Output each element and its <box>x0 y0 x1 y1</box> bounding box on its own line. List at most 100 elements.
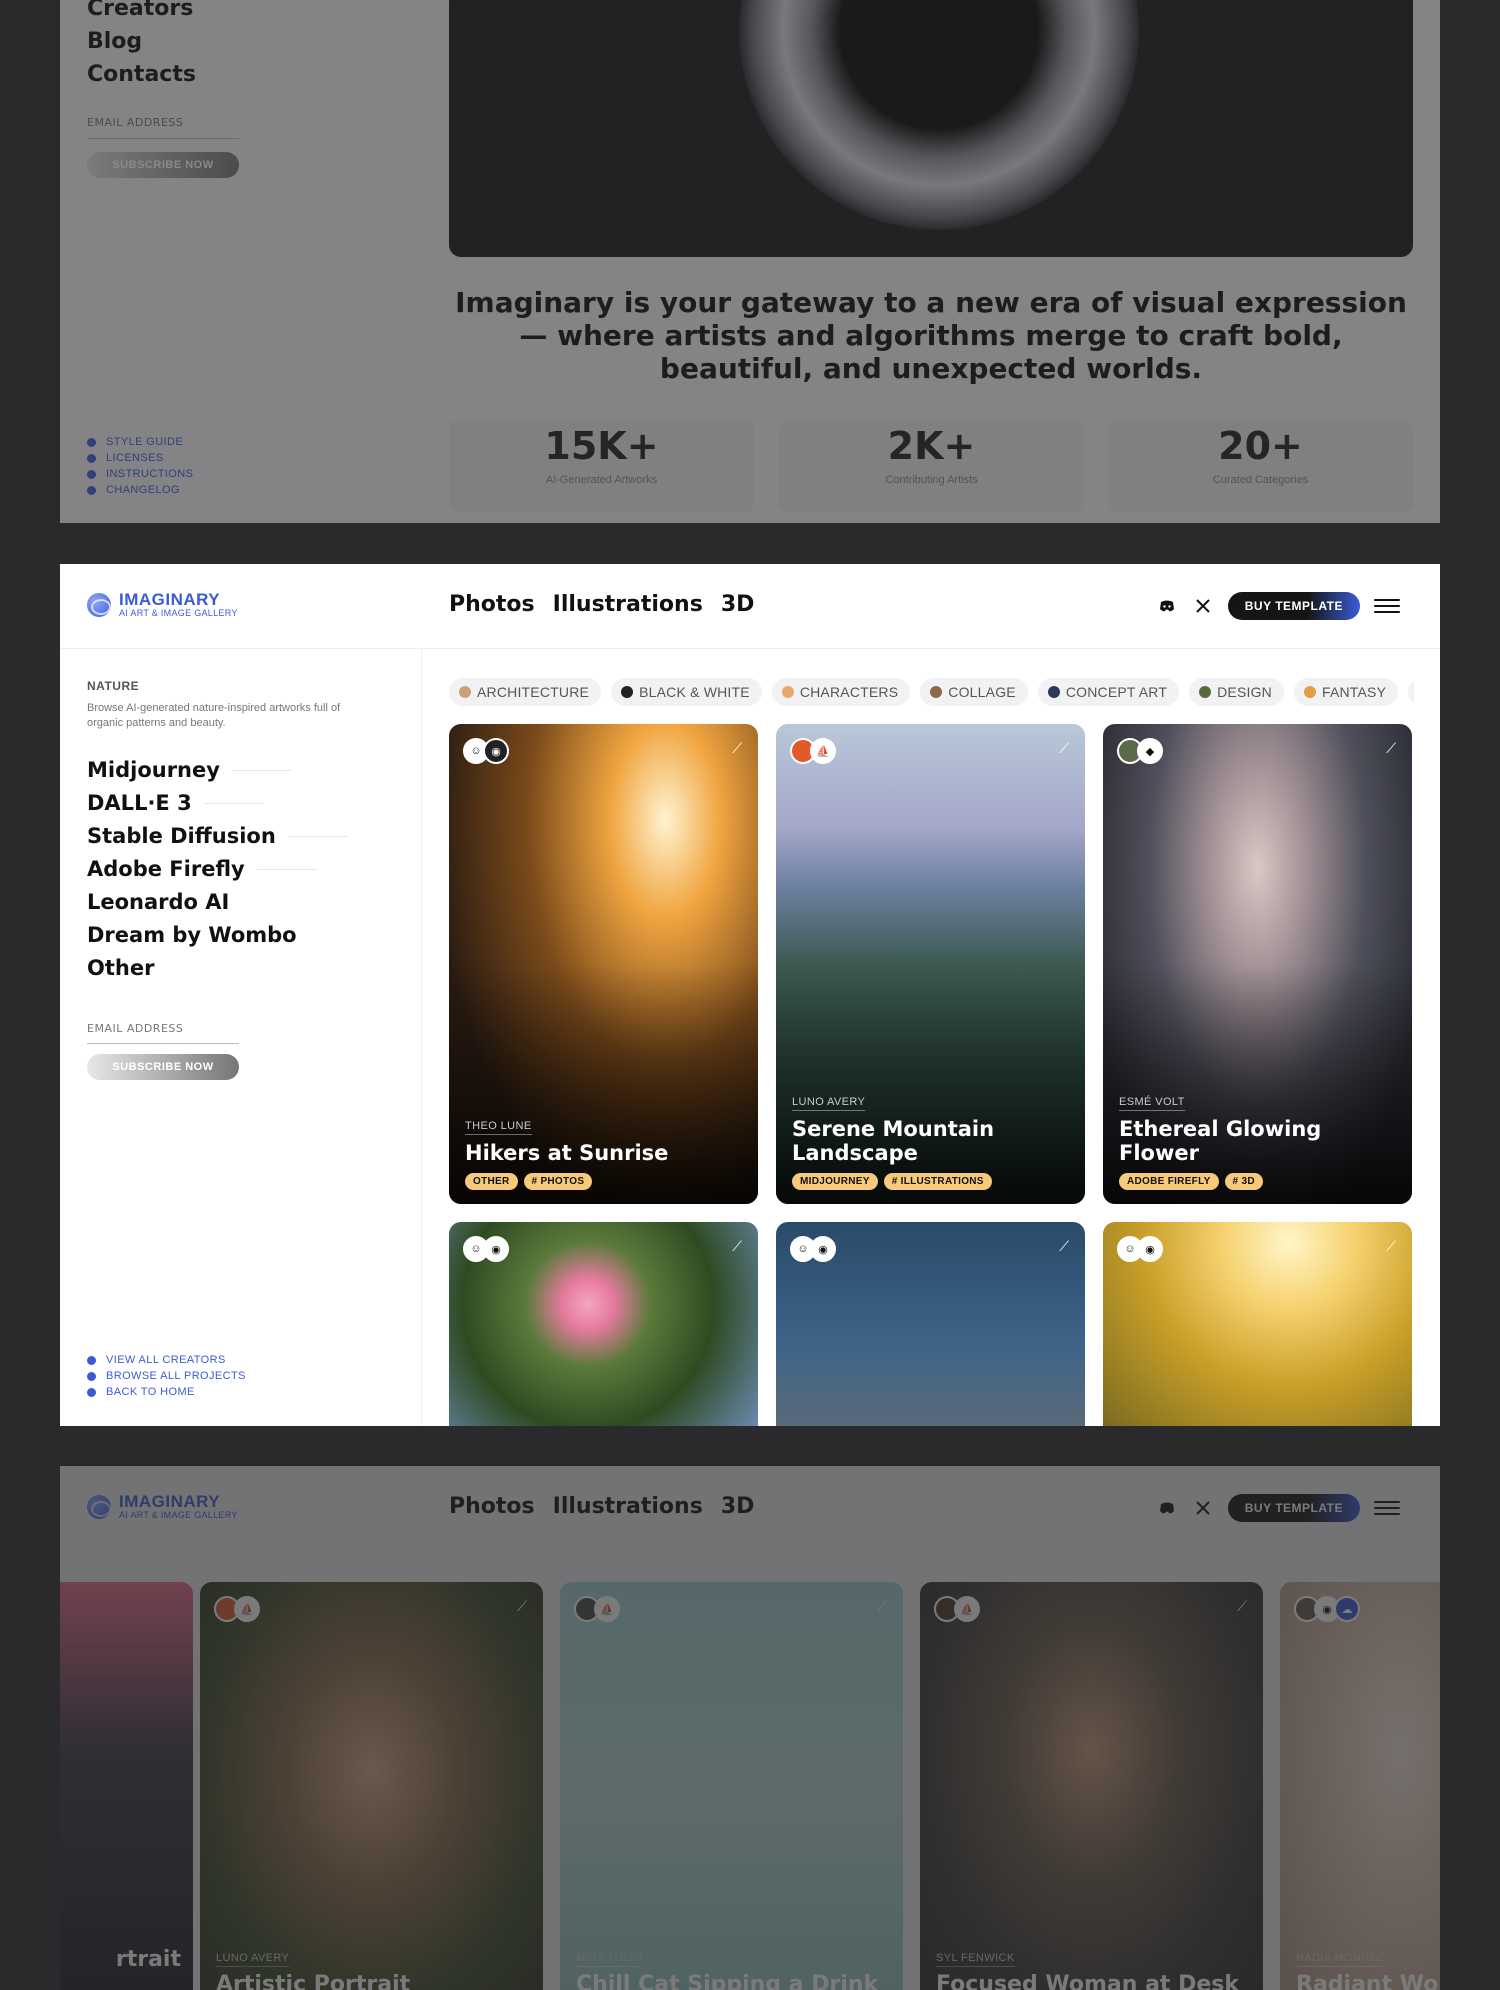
artwork-card[interactable]: ☺ ◉ ⟋ <box>449 1222 758 1426</box>
card-author[interactable]: NADIA MONROE <box>1296 1952 1387 1967</box>
email-label: EMAIL ADDRESS <box>87 116 184 129</box>
open-arrow-icon[interactable]: ⟋ <box>732 740 742 757</box>
card-tag[interactable]: MIDJOURNEY <box>792 1173 878 1190</box>
x-twitter-icon[interactable] <box>1192 595 1214 617</box>
card-tag[interactable]: # 3D <box>1224 1173 1263 1190</box>
subscribe-button[interactable]: SUBSCRIBE NOW <box>87 1054 239 1080</box>
bullet-icon <box>87 437 96 447</box>
x-twitter-icon[interactable] <box>1192 1497 1214 1519</box>
category-thumb-icon <box>621 686 634 698</box>
card-tag[interactable]: # ILLUSTRATIONS <box>883 1173 992 1190</box>
nav-3d[interactable]: 3D <box>721 1494 755 1519</box>
open-arrow-icon[interactable]: ⟋ <box>1237 1598 1247 1615</box>
artwork-card[interactable]: ⛵ ⟋ LUNO AVERY Artistic Portrait Outdoor… <box>200 1582 543 1990</box>
category-chip[interactable]: CHARACTERS <box>771 678 911 706</box>
card-meta: NADIA MONROE Radiant Wom <box>1296 1948 1440 1990</box>
abstract-ring-art <box>739 0 1139 230</box>
category-chip[interactable]: FANTASY <box>1293 678 1399 706</box>
sidebar: NATURE Browse AI-generated nature-inspir… <box>60 649 422 1426</box>
model-filter-item[interactable]: Adobe Firefly <box>87 853 348 886</box>
model-filter-item[interactable]: Stable Diffusion <box>87 820 348 853</box>
midjourney-icon: ⛵ <box>954 1596 980 1622</box>
gallery-page-frame: IMAGINARY AI ART & IMAGE GALLERY Photos … <box>60 564 1440 1426</box>
model-filter-item[interactable]: Midjourney <box>87 754 348 787</box>
category-chip[interactable]: BLACK & WHITE <box>611 678 762 706</box>
open-arrow-icon[interactable]: ⟋ <box>1059 740 1069 757</box>
footer-link[interactable]: BACK TO HOME <box>87 1384 246 1400</box>
category-thumb-icon <box>781 686 794 698</box>
card-meta: LUNO AVERY Serene Mountain Landscape MID… <box>792 1092 1073 1190</box>
side-link[interactable]: Blog <box>87 25 196 58</box>
card-tag[interactable]: # PHOTOS <box>523 1173 593 1190</box>
card-tag[interactable]: ADOBE FIREFLY <box>1119 1173 1219 1190</box>
camera-icon: ◉ <box>483 738 509 764</box>
card-author[interactable]: LUNO AVERY <box>792 1096 866 1111</box>
nav-illustrations[interactable]: Illustrations <box>553 1494 703 1519</box>
artwork-card[interactable]: ☺ ◉ ⟋ <box>776 1222 1085 1426</box>
model-filter-item[interactable]: Leonardo AI <box>87 886 348 919</box>
card-meta: LUNO AVERY Artistic Portrait Outdoors <box>216 1948 531 1990</box>
discord-icon[interactable] <box>1156 1497 1178 1519</box>
buy-template-button[interactable]: BUY TEMPLATE <box>1227 592 1360 620</box>
artwork-card[interactable]: ◆ ⟋ ESMÉ VOLT Ethereal Glowing Flower AD… <box>1103 724 1412 1204</box>
open-arrow-icon[interactable]: ⟋ <box>1386 740 1396 757</box>
bullet-icon <box>87 1387 96 1397</box>
open-arrow-icon[interactable]: ⟋ <box>732 1238 742 1255</box>
nav-3d[interactable]: 3D <box>721 592 755 617</box>
open-arrow-icon[interactable]: ⟋ <box>517 1598 527 1615</box>
menu-icon[interactable] <box>1374 1501 1400 1515</box>
card-author[interactable]: LUNO AVERY <box>216 1952 290 1967</box>
model-filter-item[interactable]: Other <box>87 952 348 985</box>
footer-link[interactable]: STYLE GUIDE <box>87 434 193 450</box>
email-input[interactable] <box>87 1043 239 1044</box>
logo-subtitle: AI ART & IMAGE GALLERY <box>119 608 238 618</box>
tagline: Imaginary is your gateway to a new era o… <box>455 286 1407 385</box>
footer-links: STYLE GUIDE LICENSES INSTRUCTIONS CHANGE… <box>87 434 193 498</box>
side-link[interactable]: Creators <box>87 0 196 25</box>
category-chip[interactable]: COLLAGE <box>920 678 1028 706</box>
footer-link[interactable]: INSTRUCTIONS <box>87 466 193 482</box>
nav-photos[interactable]: Photos <box>449 592 535 617</box>
cube-3d-icon: ◆ <box>1137 738 1163 764</box>
menu-icon[interactable] <box>1374 599 1400 613</box>
category-chip[interactable]: ARCHITECTURE <box>449 678 602 706</box>
model-filter-item[interactable]: Dream by Wombo <box>87 919 348 952</box>
side-link[interactable]: Contacts <box>87 58 196 91</box>
open-arrow-icon[interactable]: ⟋ <box>1059 1238 1069 1255</box>
nav-photos[interactable]: Photos <box>449 1494 535 1519</box>
artwork-card[interactable]: rtrait <box>60 1582 193 1990</box>
artwork-card[interactable]: ⛵ ⟋ MIRA TOLIN Chill Cat Sipping a Drink <box>560 1582 903 1990</box>
footer-link[interactable]: CHANGELOG <box>87 482 193 498</box>
open-arrow-icon[interactable]: ⟋ <box>877 1598 887 1615</box>
subscribe-button[interactable]: SUBSCRIBE NOW <box>87 152 239 178</box>
artwork-card[interactable]: ☺ ◉ ⟋ THEO LUNE Hikers at Sunrise OTHER # … <box>449 724 758 1204</box>
artwork-card[interactable]: ☺ ◉ ⟋ <box>1103 1222 1412 1426</box>
card-tag[interactable]: OTHER <box>465 1173 518 1190</box>
footer-link[interactable]: VIEW ALL CREATORS <box>87 1352 246 1368</box>
category-chip-more[interactable] <box>1408 678 1414 706</box>
footer-link[interactable]: BROWSE ALL PROJECTS <box>87 1368 246 1384</box>
category-chip[interactable]: CONCEPT ART <box>1037 678 1180 706</box>
card-author[interactable]: MIRA TOLIN <box>576 1952 642 1967</box>
card-author[interactable]: THEO LUNE <box>465 1120 532 1135</box>
logo-name: IMAGINARY <box>119 590 221 609</box>
card-avatars: ☺ ◉ <box>790 1236 836 1262</box>
footer-link[interactable]: LICENSES <box>87 450 193 466</box>
nav-illustrations[interactable]: Illustrations <box>553 592 703 617</box>
logo[interactable]: IMAGINARY AI ART & IMAGE GALLERY <box>87 590 238 618</box>
email-input-line[interactable] <box>87 138 239 139</box>
artwork-card[interactable]: ⛵ ⟋ LUNO AVERY Serene Mountain Landscape… <box>776 724 1085 1204</box>
logo-name: IMAGINARY <box>119 1492 221 1511</box>
model-filter-item[interactable]: DALL·E 3 <box>87 787 348 820</box>
logo[interactable]: IMAGINARY AI ART & IMAGE GALLERY <box>87 1492 238 1520</box>
category-chip[interactable]: DESIGN <box>1189 678 1284 706</box>
artwork-card[interactable]: ⛵ ⟋ SYL FENWICK Focused Woman at Desk <box>920 1582 1263 1990</box>
discord-icon[interactable] <box>1156 595 1178 617</box>
stat-card: 2K+ Contributing Artists <box>779 420 1084 512</box>
card-author[interactable]: ESMÉ VOLT <box>1119 1096 1185 1111</box>
buy-template-button[interactable]: BUY TEMPLATE <box>1227 1494 1360 1522</box>
artwork-card[interactable]: ◉☁ NADIA MONROE Radiant Wom <box>1280 1582 1440 1990</box>
card-author[interactable]: SYL FENWICK <box>936 1952 1015 1967</box>
header-actions: BUY TEMPLATE <box>1156 1494 1400 1522</box>
open-arrow-icon[interactable]: ⟋ <box>1386 1238 1396 1255</box>
